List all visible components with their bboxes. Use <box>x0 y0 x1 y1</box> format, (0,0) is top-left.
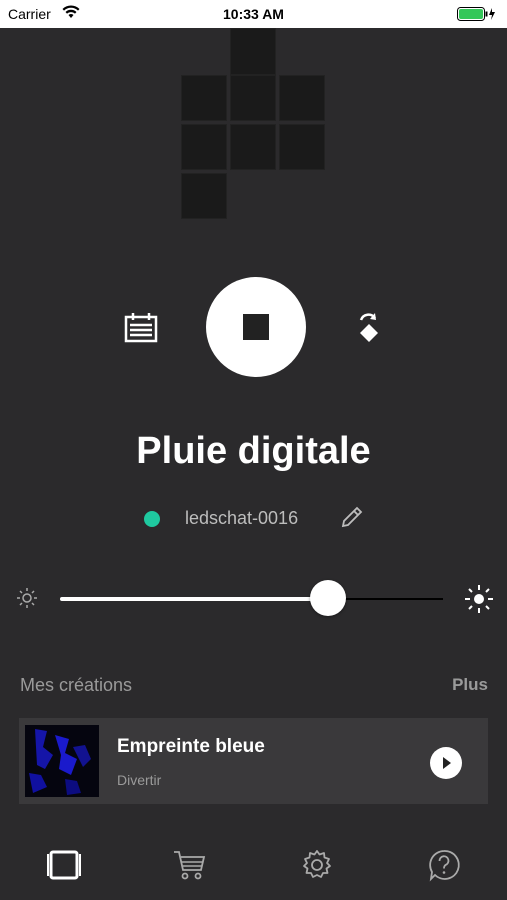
section-title: Mes créations <box>20 675 133 695</box>
cart-icon[interactable] <box>173 848 207 882</box>
led-pixel <box>181 75 227 121</box>
tab-bar <box>0 828 507 900</box>
device-name: ledschat-0016 <box>185 508 299 528</box>
led-pixel <box>279 124 325 170</box>
brightness-low-icon <box>16 587 38 614</box>
led-pixel <box>230 28 276 75</box>
creation-category: Divertir <box>117 772 162 788</box>
more-link[interactable]: Plus <box>452 675 488 695</box>
device-row: ledschat-0016 <box>0 505 507 531</box>
slider-thumb[interactable] <box>310 580 346 616</box>
brightness-high-icon <box>463 583 495 620</box>
stop-icon <box>243 314 269 340</box>
led-pixel <box>181 173 227 219</box>
gear-icon[interactable] <box>300 848 334 882</box>
clock: 10:33 AM <box>223 6 284 22</box>
calendar-icon[interactable] <box>124 313 158 348</box>
status-bar: Carrier 10:33 AM <box>0 0 507 28</box>
brightness-slider[interactable] <box>0 578 507 618</box>
creation-name: Empreinte bleue <box>117 736 265 757</box>
play-button[interactable] <box>430 747 462 779</box>
help-icon[interactable] <box>427 848 461 882</box>
led-pixel <box>230 124 276 170</box>
rotate-icon[interactable] <box>356 312 382 349</box>
led-pixel <box>181 124 227 170</box>
play-icon <box>443 757 451 769</box>
frame-icon[interactable] <box>47 848 81 882</box>
led-pixel <box>230 75 276 121</box>
led-pixel <box>279 75 325 121</box>
stop-button[interactable] <box>206 277 306 377</box>
creation-thumbnail <box>25 725 99 797</box>
slider-track-filled <box>60 597 328 601</box>
pencil-icon[interactable] <box>340 505 364 534</box>
connection-status-dot <box>144 511 160 527</box>
pattern-title: Pluie digitale <box>136 430 371 472</box>
battery-icon <box>457 7 497 26</box>
creation-card[interactable]: Empreinte bleue Divertir <box>19 718 488 804</box>
